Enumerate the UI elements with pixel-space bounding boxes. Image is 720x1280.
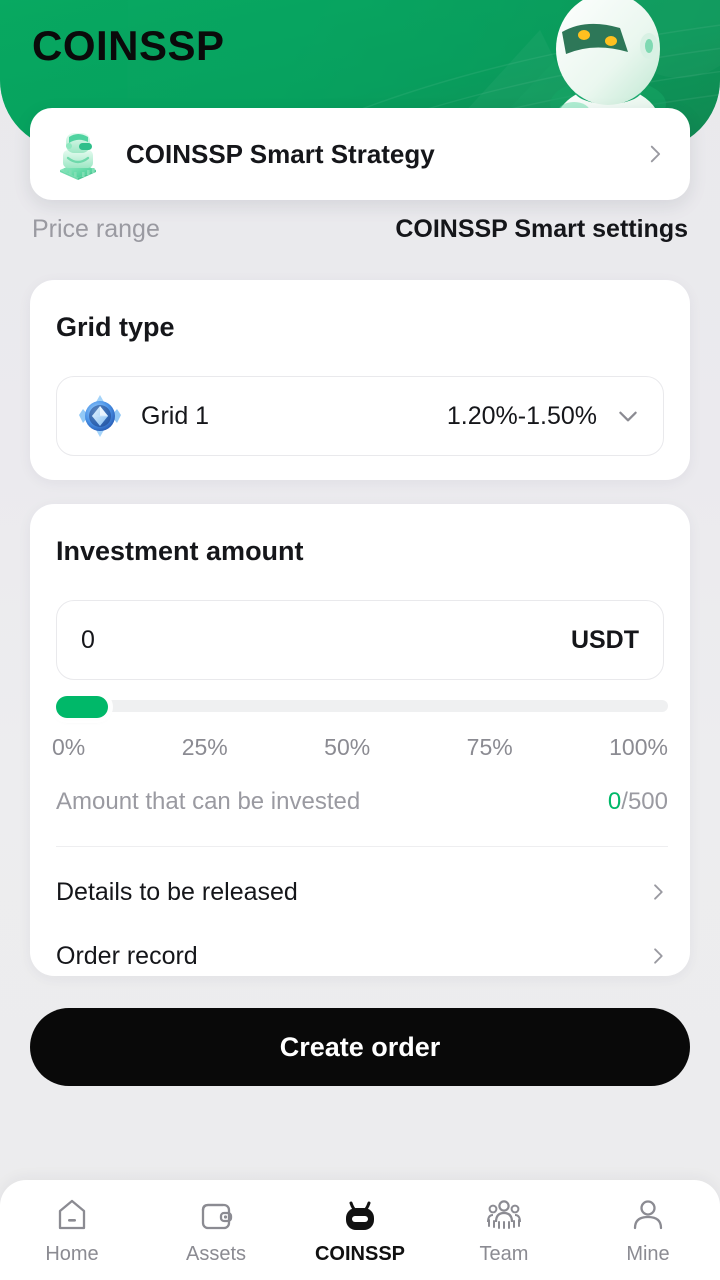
home-icon: [58, 1199, 86, 1230]
tab-price-range[interactable]: Price range: [32, 215, 160, 244]
available-amount-label: Amount that can be invested: [56, 788, 361, 815]
chevron-right-icon[interactable]: [648, 882, 668, 902]
chevron-right-icon[interactable]: [648, 946, 668, 966]
nav-item-home[interactable]: Home: [0, 1194, 144, 1266]
available-max: 500: [627, 788, 668, 815]
slider-track[interactable]: [56, 696, 668, 718]
wallet-icon: [201, 1203, 233, 1230]
app-screen: COINSSP COINSSP Smart Strategy Price ran…: [0, 0, 720, 1280]
grid-type-card: Grid type Grid 1 1.20%-1.50%: [30, 280, 690, 480]
nav-item-team[interactable]: Team: [432, 1194, 576, 1266]
grid-option-name: Grid 1: [141, 401, 210, 430]
slider-mark-0: 0%: [52, 734, 86, 760]
tab-coinssp-smart-settings[interactable]: COINSSP Smart settings: [395, 215, 688, 244]
grid-type-title: Grid type: [56, 312, 175, 342]
nav-label-assets: Assets: [185, 1243, 247, 1265]
details-to-be-released-label: Details to be released: [56, 877, 298, 906]
investment-slider[interactable]: 0% 25% 50% 75% 100%: [52, 696, 668, 761]
bottom-navigation-bar: Home Assets COINSSP Team Mine: [0, 1180, 720, 1280]
nav-label-home: Home: [45, 1243, 99, 1265]
nav-label-team: Team: [479, 1243, 529, 1265]
available-amount-value: 0/500: [608, 788, 668, 816]
nav-label-mine: Mine: [626, 1243, 670, 1265]
details-to-be-released-row[interactable]: Details to be released: [56, 864, 668, 920]
grid-option-rate: 1.20%-1.50%: [446, 401, 597, 430]
green-robot-chip-icon: [60, 133, 96, 180]
chevron-right-icon[interactable]: [644, 143, 666, 165]
slider-mark-75: 75%: [466, 734, 513, 760]
people-group-icon: [487, 1200, 521, 1229]
page-title: COINSSP: [32, 22, 225, 69]
card-divider: [56, 846, 668, 847]
investment-amount-title: Investment amount: [56, 536, 304, 566]
chevron-down-icon[interactable]: [615, 403, 641, 429]
investment-amount-card: Investment amount USDT 0% 25% 50% 75% 10…: [30, 504, 690, 976]
slider-mark-50: 50%: [324, 734, 371, 760]
investment-amount-input[interactable]: [81, 625, 571, 655]
nav-label-coinssp: COINSSP: [314, 1243, 406, 1265]
slider-mark-100: 100%: [609, 734, 668, 760]
blue-gem-badge-icon: [79, 395, 121, 437]
available-current: 0: [607, 788, 622, 815]
available-separator: /: [621, 788, 628, 815]
investment-amount-field[interactable]: USDT: [56, 600, 664, 680]
order-record-label: Order record: [56, 941, 198, 970]
currency-unit-label: USDT: [570, 625, 639, 654]
slider-thumb[interactable]: [56, 696, 108, 718]
slider-mark-25: 25%: [181, 734, 228, 760]
nav-item-mine[interactable]: Mine: [576, 1194, 720, 1266]
robot-icon: [346, 1201, 374, 1230]
nav-item-coinssp[interactable]: COINSSP: [288, 1194, 432, 1266]
slider-scale-labels: 0% 25% 50% 75% 100%: [52, 734, 668, 761]
strategy-name: COINSSP Smart Strategy: [126, 138, 435, 169]
strategy-selector-card[interactable]: COINSSP Smart Strategy: [30, 108, 690, 200]
person-icon: [633, 1200, 663, 1230]
grid-type-dropdown[interactable]: Grid 1 1.20%-1.50%: [56, 376, 664, 456]
nav-item-assets[interactable]: Assets: [144, 1194, 288, 1266]
order-record-row[interactable]: Order record: [56, 928, 668, 984]
create-order-button[interactable]: Create order: [30, 1008, 690, 1086]
available-amount-row: Amount that can be invested 0/500: [56, 788, 668, 816]
settings-tabs: Price range COINSSP Smart settings: [0, 215, 720, 244]
